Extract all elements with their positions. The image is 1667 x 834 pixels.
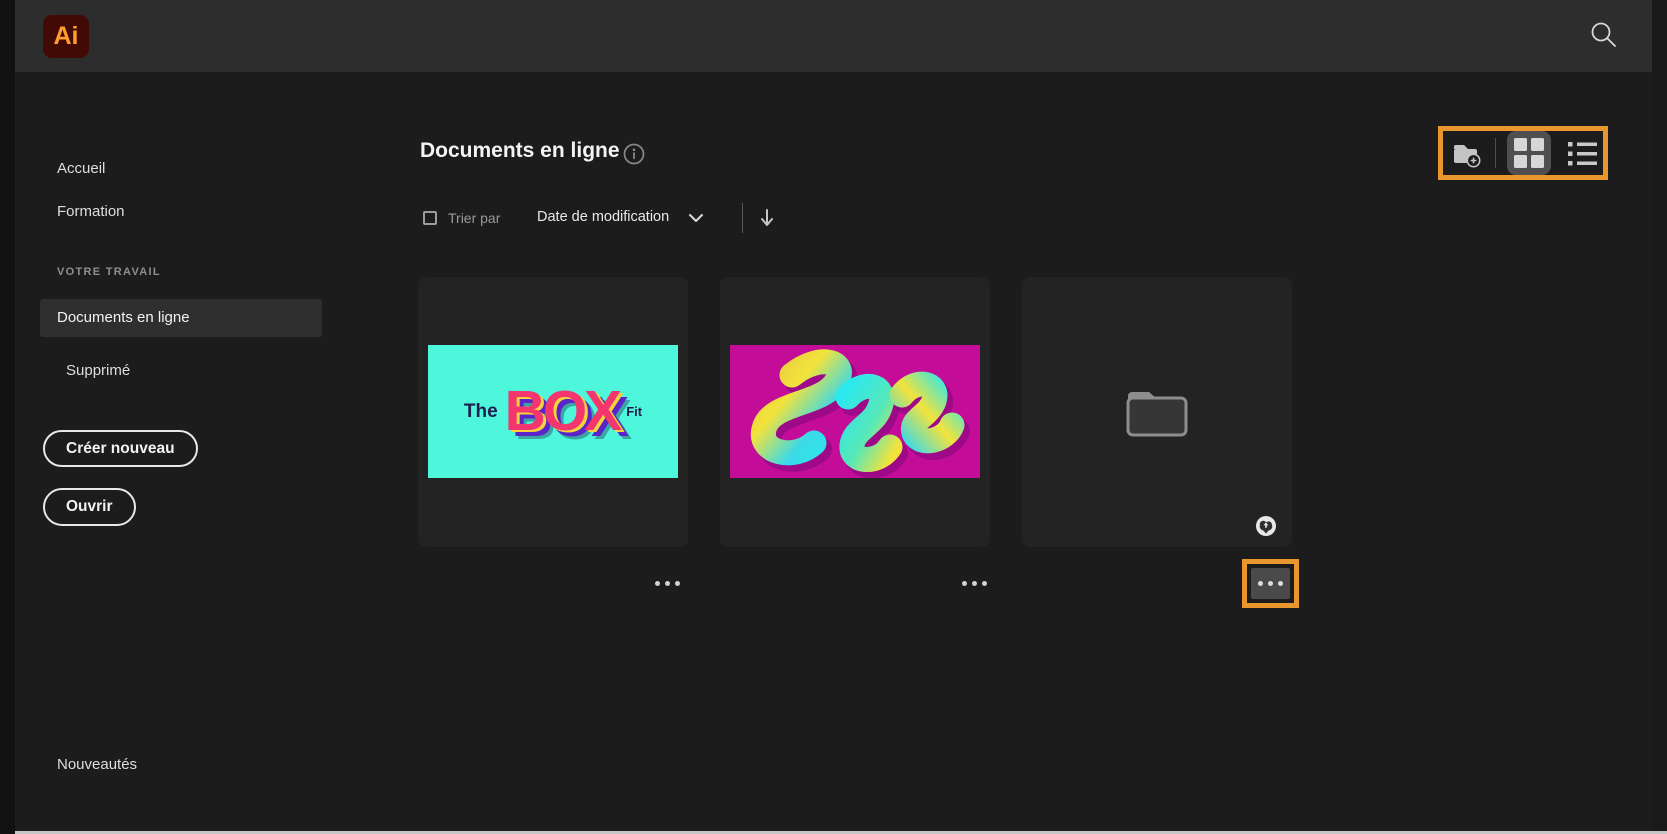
annotation-box-view-toolbar (1438, 126, 1608, 180)
grid-view-icon (1514, 138, 1544, 168)
chevron-down-icon[interactable] (688, 213, 704, 223)
sort-divider (742, 203, 743, 233)
folder-icon (1124, 385, 1190, 439)
page-title: Documents en ligne (420, 139, 620, 163)
select-all-checkbox[interactable] (423, 211, 437, 225)
open-button[interactable]: Ouvrir (43, 488, 136, 526)
sort-by-label: Trier par (448, 210, 500, 226)
sidebar-item-supprime[interactable]: Supprimé (66, 362, 130, 379)
folder-card[interactable] (1022, 277, 1292, 547)
illustrator-logo[interactable]: Ai (43, 15, 89, 58)
sort-direction-icon[interactable] (759, 207, 775, 229)
thumbnail-art-text: Fit (626, 404, 642, 419)
window-edge-right (1652, 0, 1667, 834)
ellipsis-icon (1258, 581, 1283, 586)
document-card[interactable]: The BOX Fit (418, 277, 688, 547)
annotation-box-card-menu (1242, 559, 1299, 608)
toolbar-divider (1495, 138, 1496, 168)
info-icon[interactable] (623, 143, 645, 165)
sidebar-item-accueil[interactable]: Accueil (57, 160, 105, 177)
sidebar-item-documents-en-ligne[interactable]: Documents en ligne (40, 299, 322, 337)
thumbnail-art-text: The (464, 401, 498, 423)
create-new-button[interactable]: Créer nouveau (43, 430, 198, 467)
cloud-sync-icon (1255, 515, 1277, 537)
grid-view-button[interactable] (1507, 131, 1551, 175)
sidebar-item-formation[interactable]: Formation (57, 203, 125, 220)
card-menu-button[interactable] (655, 581, 680, 586)
document-card[interactable] (720, 277, 990, 547)
sidebar-section-votre-travail: VOTRE TRAVAIL (57, 266, 161, 278)
illustrator-logo-text: Ai (54, 22, 79, 51)
thumbnail-art-text: BOX (505, 383, 620, 440)
app-window: Ai Accueil Formation VOTRE TRAVAIL Docum… (0, 0, 1667, 834)
fluid-script-artwork (730, 345, 980, 478)
window-edge-left (0, 0, 15, 834)
sort-option-value[interactable]: Date de modification (537, 209, 669, 225)
document-thumbnail: The BOX Fit (428, 345, 678, 478)
card-menu-button[interactable] (962, 581, 987, 586)
search-icon[interactable] (1588, 19, 1620, 51)
new-folder-button[interactable] (1451, 140, 1483, 168)
document-thumbnail (730, 345, 980, 478)
sidebar-item-nouveautes[interactable]: Nouveautés (57, 756, 137, 773)
list-view-button[interactable] (1568, 141, 1598, 167)
card-menu-button[interactable] (1250, 567, 1291, 600)
topbar: Ai (15, 0, 1652, 72)
